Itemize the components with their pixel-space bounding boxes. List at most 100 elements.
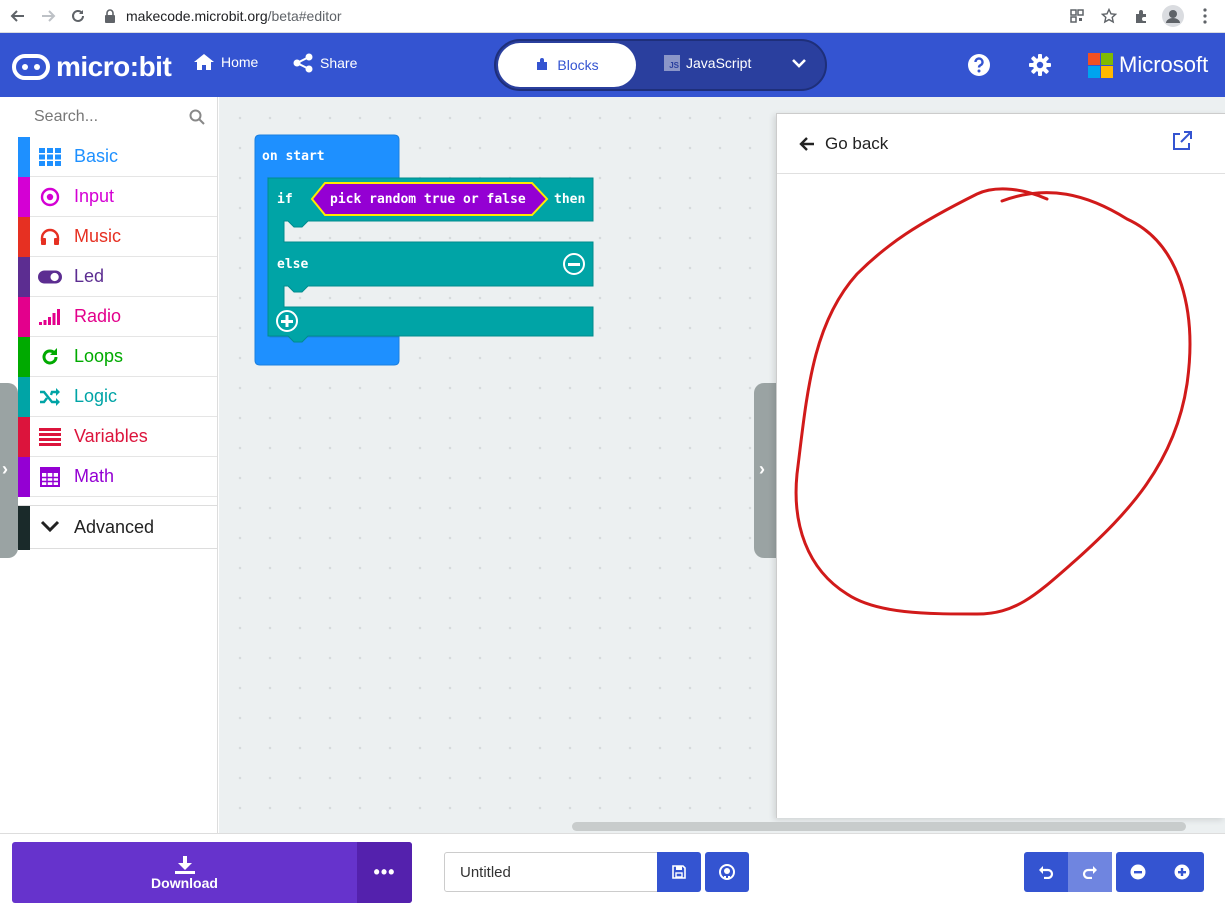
profile-avatar-icon[interactable] [1161, 4, 1185, 28]
redo-button[interactable] [1068, 852, 1112, 892]
home-icon [194, 54, 214, 70]
toolbox-category-input[interactable]: Input [18, 177, 217, 217]
category-color-bar [18, 297, 30, 337]
toolbox-category-radio[interactable]: Radio [18, 297, 217, 337]
microsoft-label: Microsoft [1119, 52, 1209, 77]
category-label: Advanced [74, 516, 155, 537]
category-label: Input [74, 186, 115, 206]
download-button[interactable]: Download [12, 842, 357, 903]
toolbox-category-basic[interactable]: Basic [18, 137, 217, 177]
toolbox-category-loops[interactable]: Loops [18, 337, 217, 377]
signal-icon [38, 306, 62, 328]
zoom-in-button[interactable] [1160, 852, 1204, 892]
redo-icon [1082, 866, 1097, 879]
javascript-tab[interactable]: JS JavaScript [664, 55, 751, 71]
undo-icon [1039, 866, 1054, 879]
category-label: Logic [74, 386, 118, 406]
download-icon [174, 855, 195, 874]
target-icon [38, 186, 62, 208]
blocks-label: Blocks [557, 57, 599, 73]
toolbox-collapse-handle[interactable]: › [0, 383, 18, 558]
browser-toolbar: makecode.microbit.org/beta#editor [0, 0, 1225, 33]
extensions-icon[interactable] [1129, 4, 1153, 28]
toolbox-category-advanced[interactable]: Advanced [18, 505, 218, 550]
download-label: Download [151, 874, 218, 891]
toolbox-category-math[interactable]: Math [18, 457, 217, 497]
panel-collapse-handle[interactable]: › [754, 383, 776, 558]
home-button[interactable]: Home [193, 53, 258, 71]
editor-toggle: Blocks JS JavaScript [494, 39, 827, 91]
project-name-input[interactable]: Untitled [444, 852, 658, 892]
more-options-button[interactable]: ••• [357, 842, 412, 903]
kebab-menu-icon[interactable] [1193, 4, 1217, 28]
chevron-down-icon [40, 520, 60, 533]
category-label: Music [74, 226, 122, 246]
qr-code-icon[interactable] [1065, 4, 1089, 28]
project-name: Untitled [460, 863, 511, 881]
undo-redo-group [1024, 852, 1112, 892]
panel-header: Go back [777, 114, 1225, 174]
zoom-in-icon [1174, 864, 1190, 880]
help-icon[interactable] [967, 53, 991, 82]
toolbox-category-music[interactable]: Music [18, 217, 217, 257]
microsoft-squares-icon [1088, 52, 1113, 78]
category-color-bar [18, 337, 30, 377]
category-color-bar [18, 417, 30, 457]
logo-text: micro:bit [56, 51, 172, 82]
on-start-label: on start [262, 149, 325, 164]
category-label: Math [74, 466, 115, 486]
category-color-bar [18, 137, 30, 177]
toolbox-category-led[interactable]: Led [18, 257, 217, 297]
github-button[interactable] [705, 852, 749, 892]
microbit-logo[interactable]: micro:bit [12, 51, 172, 83]
category-label: Loops [74, 346, 124, 366]
undo-button[interactable] [1024, 852, 1068, 892]
chevron-right-icon: › [759, 459, 765, 479]
microsoft-logo[interactable]: Microsoft [1088, 52, 1208, 78]
app-header: micro:bit Home Share Blocks JS JavaScrip… [0, 33, 1225, 97]
category-color-bar [18, 217, 30, 257]
chevron-down-icon[interactable] [791, 55, 807, 76]
grid-icon [38, 146, 62, 168]
search-icon [189, 109, 205, 125]
category-color-bar [18, 257, 30, 297]
back-arrow-icon[interactable] [6, 4, 30, 28]
address-bar[interactable]: makecode.microbit.org/beta#editor [104, 8, 342, 24]
star-icon[interactable] [1097, 4, 1121, 28]
reload-icon[interactable] [66, 4, 90, 28]
github-icon [719, 864, 735, 880]
category-color-bar [18, 457, 30, 497]
horizontal-scrollbar[interactable] [572, 822, 1186, 831]
list-icon [38, 426, 62, 448]
zoom-group [1116, 852, 1204, 892]
save-button[interactable] [657, 852, 701, 892]
else-label: else [277, 257, 309, 272]
red-hand-drawn-circle [794, 187, 1192, 616]
forward-arrow-icon[interactable] [36, 4, 60, 28]
search-input[interactable]: Search... [0, 97, 217, 137]
puzzle-icon [537, 58, 548, 70]
go-back-link[interactable]: Go back [825, 134, 888, 154]
microbit-logo-icon [12, 54, 50, 80]
external-link-icon[interactable] [1171, 130, 1193, 152]
home-label: Home [221, 54, 259, 70]
category-color-bar [18, 506, 30, 550]
toolbox: Search... Basic Input Music Led Radio Loops Lo… [0, 97, 218, 833]
blocks-tab[interactable]: Blocks [498, 43, 636, 87]
bottom-toolbar: Download ••• Untitled [0, 833, 1225, 905]
category-color-bar [18, 177, 30, 217]
arrow-left-icon[interactable] [799, 136, 815, 151]
js-file-icon: JS [664, 55, 680, 71]
gear-icon[interactable] [1028, 53, 1052, 82]
category-color-bar [18, 377, 30, 417]
more-label: ••• [373, 862, 396, 882]
toggle-icon [38, 266, 62, 288]
url-host: makecode.microbit.org [126, 8, 268, 24]
floppy-disk-icon [672, 865, 686, 879]
toolbox-category-variables[interactable]: Variables [18, 417, 217, 457]
toolbox-category-logic[interactable]: Logic [18, 377, 217, 417]
zoom-out-button[interactable] [1116, 852, 1160, 892]
share-button[interactable]: Share [292, 53, 357, 73]
url-path: /beta#editor [267, 8, 342, 24]
side-panel: Go back [776, 113, 1225, 818]
